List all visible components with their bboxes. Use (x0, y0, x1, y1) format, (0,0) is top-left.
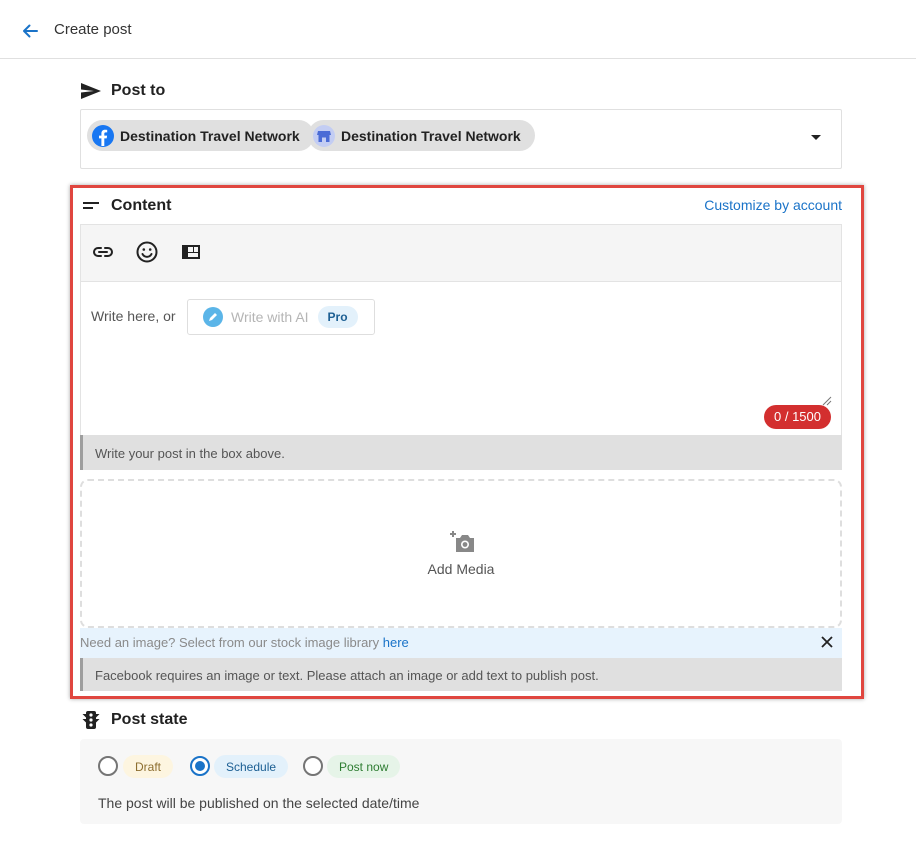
post-state-heading: Post state (80, 709, 187, 731)
add-media-label: Add Media (427, 561, 495, 577)
post-state-panel: Draft Schedule Post now The post will be… (80, 739, 842, 824)
post-state-description: The post will be published on the select… (98, 795, 420, 811)
short-text-icon (80, 195, 102, 217)
account-chip-facebook[interactable]: Destination Travel Network (87, 120, 314, 151)
back-button[interactable] (18, 19, 42, 43)
chevron-down-icon[interactable] (811, 135, 821, 140)
stock-library-link[interactable]: here (383, 635, 409, 650)
post-to-label: Post to (111, 82, 166, 99)
pencil-icon (203, 307, 223, 327)
state-post-now-pill[interactable]: Post now (327, 755, 401, 778)
editor-toolbar (80, 224, 842, 282)
account-selector[interactable]: Destination Travel Network Destination T… (80, 109, 842, 169)
add-media-dropzone[interactable]: Add Media (80, 479, 842, 628)
traffic-light-icon (80, 709, 102, 731)
post-text-editor[interactable]: Write here, or Write with AI Pro 0 / 150… (80, 282, 842, 435)
facebook-icon (92, 124, 114, 147)
facebook-warning: Facebook requires an image or text. Plea… (80, 658, 842, 691)
write-with-ai-label: Write with AI (231, 309, 309, 325)
top-bar: Create post (0, 0, 916, 59)
radio-draft[interactable] (98, 756, 118, 776)
stock-image-text: Need an image? Select from our stock ima… (80, 635, 383, 650)
customize-by-account-link[interactable]: Customize by account (704, 197, 842, 213)
account-chip-label: Destination Travel Network (120, 127, 300, 144)
send-icon (80, 80, 102, 102)
post-to-heading: Post to (80, 80, 165, 102)
account-chip-label: Destination Travel Network (341, 127, 521, 144)
write-with-ai-button[interactable]: Write with AI Pro (187, 299, 375, 335)
pro-badge: Pro (317, 306, 358, 328)
content-heading: Content (80, 195, 171, 217)
add-photo-icon (450, 531, 474, 552)
page-title: Create post (54, 21, 132, 38)
state-draft-pill[interactable]: Draft (123, 755, 174, 778)
account-chip-google-business[interactable]: Destination Travel Network (308, 120, 535, 151)
store-icon (313, 124, 335, 147)
state-schedule-pill[interactable]: Schedule (214, 755, 289, 778)
layout-icon[interactable] (178, 239, 204, 265)
arrow-left-icon (23, 24, 38, 38)
emoji-icon[interactable] (134, 239, 160, 265)
editor-hint: Write your post in the box above. (80, 435, 842, 470)
post-state-label: Post state (111, 711, 188, 728)
char-counter-badge: 0 / 1500 (764, 405, 831, 429)
radio-schedule[interactable] (190, 756, 210, 776)
editor-prompt: Write here, or (91, 308, 176, 324)
link-icon[interactable] (90, 239, 116, 265)
resize-handle-icon[interactable] (822, 396, 832, 406)
radio-post-now[interactable] (303, 756, 323, 776)
close-icon[interactable] (820, 635, 834, 649)
stock-image-notice: Need an image? Select from our stock ima… (80, 628, 842, 658)
content-label: Content (111, 197, 172, 214)
